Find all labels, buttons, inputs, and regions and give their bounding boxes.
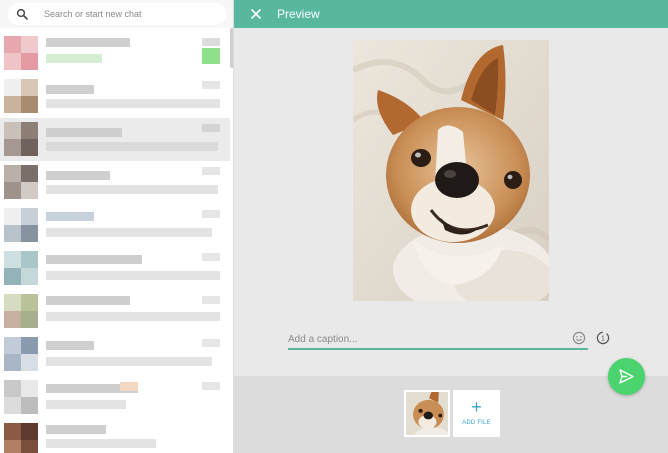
avatar	[4, 122, 38, 156]
add-file-button[interactable]: + ADD FILE	[453, 390, 500, 437]
send-button[interactable]	[608, 358, 645, 395]
avatar	[4, 337, 38, 371]
search-input[interactable]	[44, 5, 220, 23]
chat-list-item[interactable]	[0, 118, 230, 161]
preview-title: Preview	[277, 7, 320, 21]
avatar	[4, 79, 38, 113]
chat-list	[0, 32, 230, 453]
plus-icon: +	[471, 397, 482, 417]
avatar	[4, 294, 38, 328]
search-bar	[0, 0, 233, 28]
view-once-button[interactable]: 1	[596, 331, 610, 345]
chat-list-item[interactable]	[0, 247, 230, 290]
chat-list-item[interactable]	[0, 376, 230, 419]
chat-sidebar	[0, 0, 234, 453]
preview-panel: Preview Add a caption... 1 + ADD FILE	[234, 0, 668, 453]
chat-list-item[interactable]	[0, 161, 230, 204]
caption-input[interactable]	[288, 331, 558, 347]
avatar	[4, 423, 38, 453]
avatar	[4, 165, 38, 199]
chat-list-item[interactable]	[0, 75, 230, 118]
close-icon	[251, 9, 261, 19]
timer-icon: 1	[596, 331, 610, 345]
caption-field[interactable]	[288, 329, 588, 350]
emoji-button[interactable]	[572, 331, 586, 345]
avatar	[4, 251, 38, 285]
chat-list-item[interactable]	[0, 204, 230, 247]
chat-list-item[interactable]	[0, 290, 230, 333]
avatar	[4, 380, 38, 414]
send-icon	[619, 369, 634, 384]
chat-list-item[interactable]	[0, 32, 230, 75]
image-preview	[353, 40, 549, 301]
svg-text:1: 1	[601, 336, 605, 343]
emoji-icon	[572, 331, 586, 345]
avatar	[4, 36, 38, 70]
chat-list-item[interactable]	[0, 419, 230, 453]
search-icon	[16, 8, 28, 20]
attachment-thumbnail[interactable]	[404, 390, 450, 437]
chat-list-item[interactable]	[0, 333, 230, 376]
search-box[interactable]	[8, 3, 226, 25]
avatar	[4, 208, 38, 242]
add-file-label: ADD FILE	[462, 420, 491, 426]
attachment-tray: + ADD FILE	[234, 376, 668, 453]
close-button[interactable]	[248, 6, 264, 22]
preview-header: Preview	[234, 0, 668, 28]
